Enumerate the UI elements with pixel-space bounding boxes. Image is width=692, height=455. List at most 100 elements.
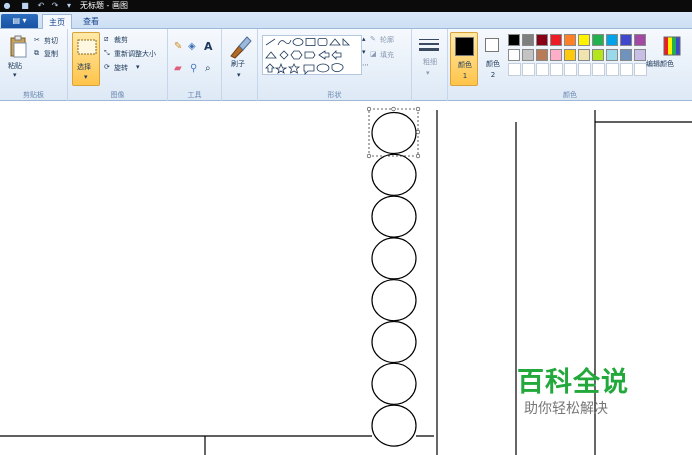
palette-swatch[interactable]	[508, 34, 520, 46]
palette-swatch[interactable]	[536, 49, 548, 61]
shapes-gallery[interactable]	[262, 35, 362, 75]
watermark-title: 百科全说	[517, 367, 629, 398]
fill-icon[interactable]: ◪	[370, 50, 377, 58]
tools-group: ✎ ◈ A ▰ ⚲ ⌕ 工具	[168, 29, 222, 101]
canvas-circle	[371, 237, 417, 280]
canvas-circle	[371, 279, 417, 322]
palette-swatch[interactable]	[550, 49, 562, 61]
brushes-button[interactable]: 刷子 ▾	[227, 34, 253, 86]
ribbon-tab-row: ▤ ▾ 主页 查看	[0, 12, 692, 30]
palette-swatch[interactable]	[550, 34, 562, 46]
resize-icon[interactable]: ⤡	[104, 49, 110, 58]
resize-label[interactable]: 重新调整大小	[114, 49, 156, 59]
redo-icon[interactable]: ↷	[50, 1, 60, 11]
shapes-gallery-icons	[265, 38, 350, 75]
image-group-label: 图像	[110, 91, 125, 99]
rotate-dropdown-icon[interactable]: ▾	[136, 63, 140, 71]
customize-quick-access-icon[interactable]: ▾	[64, 1, 74, 11]
palette-swatch[interactable]	[564, 34, 576, 46]
brushes-group: 刷子 ▾	[222, 29, 258, 101]
color-palette	[508, 34, 654, 64]
image-group: 选择 ▾ ⧄ 裁剪 ⤡ 重新调整大小 ⟳ 旋转 ▾ 图像	[68, 29, 168, 101]
resize-handle[interactable]	[366, 106, 372, 112]
edit-colors-button[interactable]: 编辑颜色	[646, 33, 691, 83]
palette-swatch[interactable]	[592, 49, 604, 61]
color2-button[interactable]: 颜色 2	[480, 32, 506, 86]
file-menu-button[interactable]: ▤ ▾	[1, 14, 38, 28]
canvas-circle	[371, 195, 417, 238]
canvas-circle	[371, 404, 417, 447]
magnifier-icon[interactable]: ⌕	[205, 63, 211, 74]
color2-swatch	[485, 38, 499, 52]
outline-label[interactable]: 轮廓	[380, 35, 394, 45]
custom-color-slots-grid	[508, 63, 647, 76]
palette-swatch[interactable]	[592, 34, 604, 46]
palette-swatch[interactable]	[620, 49, 632, 61]
colors-group-label: 颜色	[563, 91, 577, 99]
fill-bucket-icon[interactable]: ◈	[188, 41, 196, 52]
palette-swatch[interactable]	[578, 34, 590, 46]
color1-label: 颜色 1	[458, 61, 472, 80]
color1-button[interactable]: 颜色 1	[450, 32, 478, 86]
palette-swatch[interactable]	[536, 34, 548, 46]
cut-label[interactable]: 剪切	[44, 36, 58, 46]
text-tool-icon[interactable]: A	[204, 40, 213, 53]
palette-swatch[interactable]	[564, 49, 576, 61]
copy-label[interactable]: 复制	[44, 49, 58, 59]
pencil-icon[interactable]: ✎	[174, 41, 182, 52]
paste-button[interactable]	[6, 34, 30, 62]
palette-swatch[interactable]	[522, 49, 534, 61]
select-button[interactable]: 选择 ▾	[72, 32, 100, 86]
shapes-more-icon[interactable]: ⋯	[362, 61, 369, 69]
paste-icon	[10, 35, 27, 58]
color1-swatch	[455, 37, 474, 56]
tab-view[interactable]: 查看	[78, 14, 104, 30]
canvas-circle	[371, 320, 417, 364]
title-bar: ● ■ ↶ ↷ ▾ 无标题 - 画图	[0, 0, 692, 12]
canvas-circle	[371, 153, 417, 196]
palette-swatch[interactable]	[634, 34, 646, 46]
rotate-label[interactable]: 旋转	[114, 63, 128, 73]
resize-handle[interactable]	[415, 129, 421, 135]
resize-handle[interactable]	[366, 153, 372, 159]
eraser-icon[interactable]: ▰	[174, 63, 182, 74]
paint-window: ● ■ ↶ ↷ ▾ 无标题 - 画图 ▤ ▾ 主页 查看 粘贴 ▾ ✂ 剪切 ⧉…	[0, 0, 692, 455]
paste-label[interactable]: 粘贴	[8, 61, 22, 71]
crop-icon[interactable]: ⧄	[104, 35, 108, 44]
crop-label[interactable]: 裁剪	[114, 35, 128, 45]
cut-icon[interactable]: ✂	[34, 36, 40, 44]
line-size-icon	[419, 39, 439, 51]
palette-swatch[interactable]	[620, 34, 632, 46]
select-label: 选择	[77, 63, 91, 71]
palette-swatch[interactable]	[508, 49, 520, 61]
shapes-scroll-up-icon[interactable]: ▴	[362, 35, 366, 43]
palette-swatch[interactable]	[522, 34, 534, 46]
palette-swatch[interactable]	[606, 34, 618, 46]
selection-box[interactable]	[366, 106, 421, 159]
undo-icon[interactable]: ↶	[36, 1, 46, 11]
tools-group-label: 工具	[187, 91, 202, 99]
fill-label[interactable]: 填充	[380, 50, 394, 60]
rotate-icon[interactable]: ⟳	[104, 63, 110, 71]
paste-dropdown-icon[interactable]: ▾	[13, 71, 17, 79]
size-button[interactable]: 粗细 ▾	[418, 37, 440, 87]
palette-swatch[interactable]	[578, 49, 590, 61]
palette-swatch[interactable]	[634, 49, 646, 61]
ribbon: 粘贴 ▾ ✂ 剪切 ⧉ 复制 剪贴板 选择 ▾ ⧄ 裁剪 ⤡ 重新调整大小 ⟳ …	[0, 29, 692, 101]
shapes-scroll-down-icon[interactable]: ▾	[362, 48, 366, 56]
clipboard-group-label: 剪贴板	[23, 91, 44, 99]
custom-color-slots	[508, 63, 654, 77]
color-picker-icon[interactable]: ⚲	[190, 63, 197, 74]
resize-handle[interactable]	[391, 106, 396, 112]
size-dropdown-icon: ▾	[426, 69, 430, 77]
clipboard-group: 粘贴 ▾ ✂ 剪切 ⧉ 复制 剪贴板	[0, 29, 68, 101]
copy-icon[interactable]: ⧉	[34, 49, 39, 58]
tab-home[interactable]: 主页	[42, 14, 72, 30]
save-quick-icon[interactable]: ■	[20, 1, 30, 11]
brush-icon	[230, 36, 252, 59]
resize-handle[interactable]	[415, 106, 421, 112]
resize-handle[interactable]	[415, 153, 421, 159]
palette-swatch[interactable]	[606, 49, 618, 61]
window-title: 无标题 - 画图	[80, 1, 128, 10]
outline-icon[interactable]: ✎	[370, 35, 376, 43]
